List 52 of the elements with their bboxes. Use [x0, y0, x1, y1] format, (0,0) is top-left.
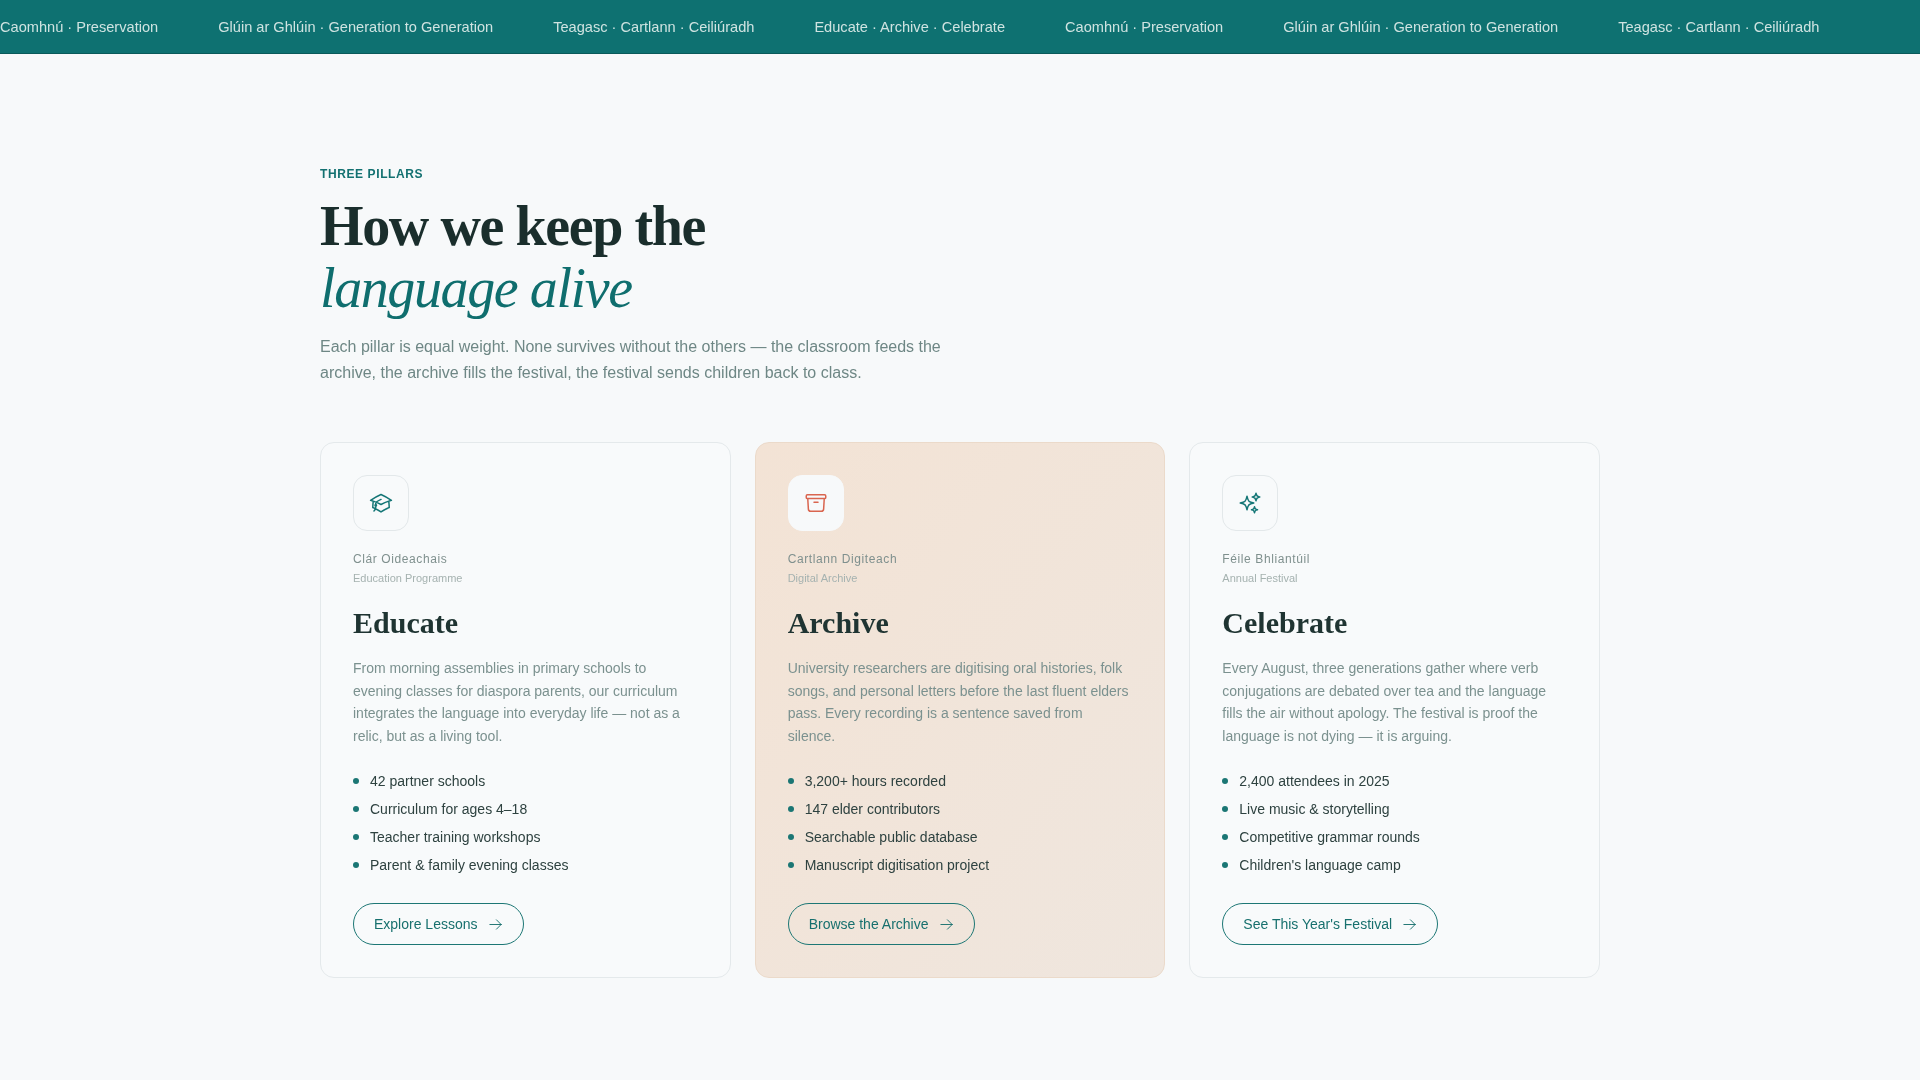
- bullet-icon: [353, 806, 359, 812]
- archive-box-icon: [787, 475, 844, 531]
- highlight-text: Competitive grammar rounds: [1239, 828, 1420, 847]
- bullet-icon: [1222, 834, 1229, 840]
- bullet-icon: [353, 862, 359, 868]
- highlight-text: Searchable public database: [804, 828, 978, 847]
- highlight-text: Parent & family evening classes: [370, 856, 569, 875]
- arrow-right-icon: [938, 916, 954, 932]
- bullet-icon: [1222, 778, 1229, 784]
- graduation-cap-icon: [353, 475, 409, 531]
- highlight-text: Manuscript digitisation project: [804, 856, 990, 875]
- bullet-icon: [787, 862, 794, 868]
- arrow-right-icon: [1402, 916, 1418, 932]
- section-eyebrow: THREE PILLARS: [320, 166, 424, 182]
- sparkles-icon: [1222, 475, 1279, 531]
- ticker-text: Caomhnú · Preservation: [0, 17, 159, 37]
- card-english-label: Annual Festival: [1222, 571, 1298, 585]
- ticker-text: Glúin ar Ghlúin · Generation to Generation: [1283, 17, 1559, 37]
- section-intro: Each pillar is equal weight. None survives without the others — the classroom feeds the archive, the archive fills the festival, the festival sends children back to class.: [320, 337, 942, 383]
- card-description: Every August, three generations gather where verb conjugations are debated over tea and the language fills the air without apology. The festival is proof the language is not dying — it is arguing.: [1222, 659, 1548, 746]
- bullet-icon: [1222, 806, 1229, 812]
- bullet-icon: [353, 834, 359, 840]
- card-english-label: Digital Archive: [787, 571, 858, 585]
- bullet-icon: [787, 834, 794, 840]
- highlight-text: 3,200+ hours recorded: [804, 772, 946, 791]
- ticker-text: Glúin ar Ghlúin · Generation to Generation: [218, 17, 494, 37]
- card-title: Celebrate: [1222, 605, 1348, 641]
- ticker-text: Caomhnú · Preservation: [1065, 17, 1224, 37]
- arrow-right-icon: [487, 916, 503, 932]
- card-title: Educate: [353, 605, 458, 641]
- card-irish-label: Clár Oideachais: [353, 551, 448, 567]
- ticker-text: Educate · Archive · Celebrate: [814, 17, 1005, 37]
- bullet-icon: [1222, 862, 1229, 868]
- highlight-text: 42 partner schools: [370, 772, 486, 791]
- bullet-icon: [353, 778, 359, 784]
- bullet-icon: [787, 806, 794, 812]
- card-irish-label: Cartlann Digiteach: [787, 551, 898, 567]
- card-description: University researchers are digitising oral histories, folk songs, and personal letters before the last fluent elders pass. Every recording is a sentence saved from silence.: [787, 659, 1130, 746]
- card-description: From morning assemblies in primary schools to evening classes for diaspora parents, our curriculum integrates the language into everyday life — not as a relic, but as a living tool.: [353, 659, 681, 746]
- highlight-text: Children's language camp: [1239, 856, 1401, 875]
- card-irish-label: Féile Bhliantúil: [1222, 551, 1310, 567]
- highlight-text: Curriculum for ages 4–18: [370, 800, 528, 819]
- section-heading: How we keep the language alive: [320, 195, 705, 319]
- card-title: Archive: [787, 605, 889, 641]
- highlight-text: 147 elder contributors: [804, 800, 941, 819]
- highlight-text: Live music & storytelling: [1239, 800, 1390, 819]
- ticker-text: Teagasc · Cartlann · Ceiliúradh: [553, 17, 755, 37]
- highlight-text: Teacher training workshops: [370, 828, 541, 847]
- bullet-icon: [787, 778, 794, 784]
- highlight-text: 2,400 attendees in 2025: [1239, 772, 1390, 791]
- ticker-text: Teagasc · Cartlann · Ceiliúradh: [1618, 17, 1820, 37]
- card-english-label: Education Programme: [353, 571, 463, 585]
